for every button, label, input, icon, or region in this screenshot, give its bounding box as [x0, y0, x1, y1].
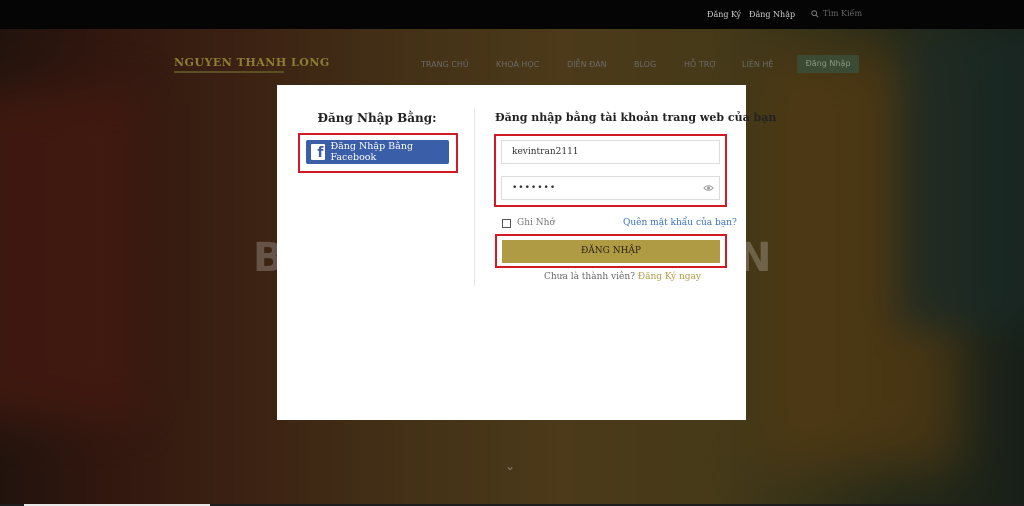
search-icon: [811, 10, 819, 18]
register-link[interactable]: Đăng Ký: [707, 10, 741, 19]
forgot-password-link[interactable]: Quên mật khẩu của bạn?: [623, 218, 737, 228]
nav-contact[interactable]: LIÊN HỆ: [742, 60, 773, 69]
nav-support[interactable]: HỖ TRỢ: [684, 60, 717, 69]
nav-forum[interactable]: DIỄN ĐÀN: [567, 60, 607, 69]
remember-checkbox[interactable]: [502, 218, 511, 228]
nav-blog[interactable]: BLOG: [634, 60, 656, 69]
signup-prompt: Chưa là thành viên? Đăng Ký ngay: [544, 272, 701, 282]
modal-divider: [474, 109, 475, 286]
signup-link[interactable]: Đăng Ký ngay: [638, 272, 701, 282]
password-mask: •••••••: [512, 183, 557, 193]
search-box[interactable]: Tìm Kiếm: [811, 9, 862, 18]
username-field[interactable]: kevintran2111: [501, 140, 720, 164]
chevron-down-icon[interactable]: ⌄: [505, 459, 515, 473]
facebook-login-label: Đăng Nhập Bằng Facebook: [330, 141, 414, 163]
account-login-title: Đăng nhập bằng tài khoản trang web của b…: [495, 111, 777, 124]
remember-me[interactable]: Ghi Nhớ: [502, 218, 555, 228]
facebook-login-button[interactable]: f Đăng Nhập Bằng Facebook: [306, 140, 449, 164]
password-field[interactable]: •••••••: [501, 176, 720, 200]
eye-icon[interactable]: [703, 184, 714, 192]
site-logo[interactable]: NGUYEN THANH LONG: [174, 56, 330, 69]
search-placeholder: Tìm Kiếm: [823, 9, 863, 18]
nav-courses[interactable]: KHOÁ HỌC: [496, 60, 539, 69]
logo-underline: [174, 71, 284, 73]
remember-label: Ghi Nhớ: [517, 218, 555, 228]
login-submit-button[interactable]: ĐĂNG NHẬP: [502, 240, 720, 263]
login-modal: Đăng Nhập Bằng: f Đăng Nhập Bằng Faceboo…: [277, 85, 776, 420]
signup-prompt-text: Chưa là thành viên?: [544, 272, 635, 282]
facebook-icon: f: [311, 144, 326, 161]
top-utility-bar: Đăng Ký Đăng Nhập Tìm Kiếm: [0, 0, 1024, 29]
header-login-button[interactable]: Đăng Nhập: [797, 55, 859, 73]
login-link[interactable]: Đăng Nhập: [749, 10, 795, 19]
social-login-title: Đăng Nhập Bằng:: [317, 111, 437, 125]
nav-home[interactable]: TRANG CHỦ: [421, 60, 469, 69]
